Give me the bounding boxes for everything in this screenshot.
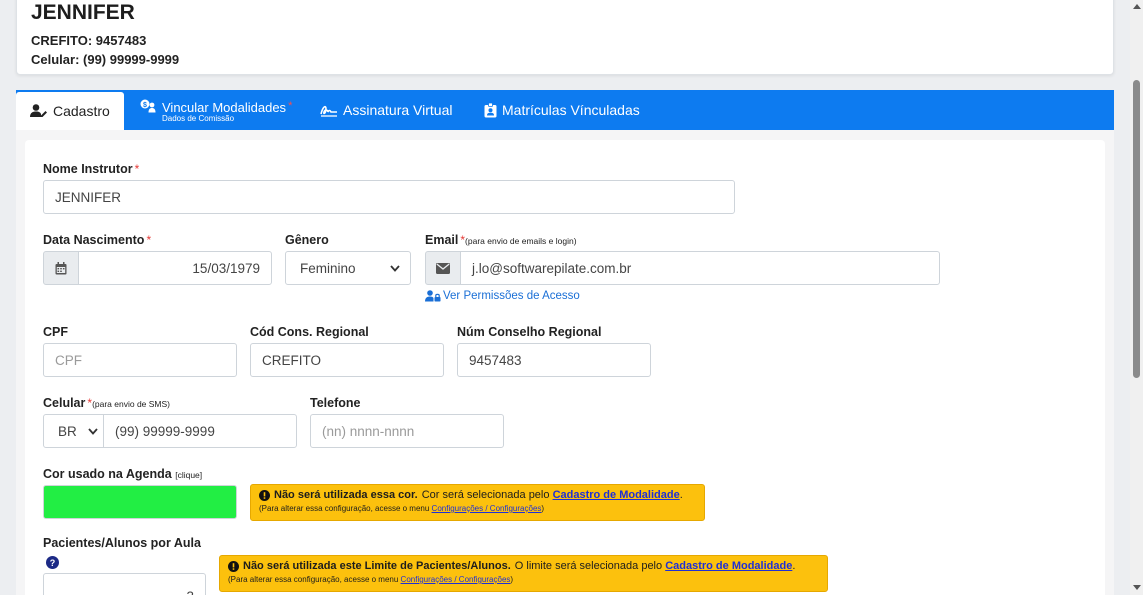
required-mark: * [288, 100, 293, 112]
configuracoes-link[interactable]: Configurações / Configurações [432, 504, 542, 513]
data-nascimento-label: Data Nascimento * [43, 233, 152, 247]
instructor-header-card: JENNIFER CREFITO: 9457483 Celular: (99) … [16, 0, 1114, 75]
nome-instrutor-label: Nome Instrutor * [43, 162, 140, 176]
crefito-line: CREFITO: 9457483 [31, 33, 147, 48]
cor-agenda-label: Cor usado na Agenda [clique] [43, 467, 203, 481]
tab-sublabel: Dados de Comissão [162, 114, 235, 123]
celular-input[interactable]: (99) 99999-9999 [103, 414, 297, 448]
chevron-down-icon [88, 427, 98, 435]
telefone-input[interactable]: (nn) nnnn-nnnn [310, 414, 504, 448]
country-code-select[interactable]: BR [43, 414, 104, 448]
scrollbar-thumb[interactable] [1133, 80, 1140, 378]
genero-selected-value: Feminino [300, 260, 356, 276]
envelope-addon [425, 251, 461, 285]
tab-vincular-modalidades[interactable]: $ Vincular Modalidades Dados de Comissão… [140, 90, 310, 130]
pacientes-por-aula-label: Pacientes/Alunos por Aula [43, 536, 201, 550]
email-label: Email *(para envio de emails e login) [425, 233, 577, 247]
user-lock-icon [425, 290, 441, 302]
svg-text:$: $ [143, 102, 147, 109]
exclamation-circle-icon [259, 489, 270, 501]
num-conselho-regional-input[interactable]: 9457483 [457, 343, 651, 377]
instructor-name-title: JENNIFER [31, 1, 135, 24]
cod-cons-regional-input[interactable]: CREFITO [250, 343, 444, 377]
calendar-icon [55, 261, 67, 274]
email-input[interactable]: j.lo@softwarepilate.com.br [460, 251, 940, 285]
genero-select[interactable]: Feminino [285, 251, 411, 285]
country-code-value: BR [58, 423, 77, 439]
money-users-icon: $ [140, 99, 156, 113]
cadastro-modalidade-link[interactable]: Cadastro de Modalidade [553, 489, 680, 501]
cpf-input[interactable]: CPF [43, 343, 237, 377]
tab-label: Assinatura Virtual [343, 102, 453, 118]
cadastro-modalidade-link[interactable]: Cadastro de Modalidade [665, 560, 792, 572]
cor-warning-alert: Não será utilizada essa cor. Cor será sel… [250, 484, 705, 521]
scroll-down-arrow[interactable] [1133, 585, 1141, 590]
genero-label: Gênero [285, 233, 329, 247]
configuracoes-link[interactable]: Configurações / Configurações [401, 575, 511, 584]
limite-warning-alert: Não será utilizada este Limite de Pacien… [219, 555, 828, 592]
tab-label: Matrículas Vínculadas [502, 102, 640, 118]
telefone-label: Telefone [310, 396, 361, 410]
calendar-addon[interactable] [43, 251, 79, 285]
celular-label: Celular *(para envio de SMS) [43, 396, 171, 410]
nome-instrutor-input[interactable]: JENNIFER [43, 180, 735, 214]
scroll-up-arrow[interactable] [1133, 4, 1141, 9]
celular-line: Celular: (99) 99999-9999 [31, 52, 180, 67]
data-nascimento-input[interactable]: 15/03/1979 [78, 251, 272, 285]
envelope-icon [436, 262, 450, 274]
chevron-down-icon [390, 264, 400, 272]
pacientes-por-aula-input[interactable]: 3 [43, 573, 206, 595]
tab-bar: Cadastro $ Vincular Modalidades Dados de… [16, 90, 1114, 130]
agenda-color-swatch[interactable] [43, 485, 237, 519]
signature-icon [320, 105, 337, 117]
user-edit-icon [30, 104, 47, 117]
id-badge-icon [484, 102, 497, 117]
page-scrollbar[interactable] [1130, 0, 1143, 595]
tab-matriculas-vinculadas[interactable]: Matrículas Vínculadas [484, 90, 654, 130]
tab-label: Vincular Modalidades [162, 100, 287, 115]
cpf-label: CPF [43, 325, 68, 339]
cod-cons-regional-label: Cód Cons. Regional [250, 325, 369, 339]
ver-permissoes-link[interactable]: Ver Permissões de Acesso [425, 290, 580, 302]
help-icon[interactable]: ? [46, 556, 59, 569]
tab-assinatura-virtual[interactable]: Assinatura Virtual [320, 90, 470, 130]
tab-cadastro[interactable]: Cadastro [16, 92, 124, 130]
num-conselho-regional-label: Núm Conselho Regional [457, 325, 602, 339]
exclamation-circle-icon [228, 560, 239, 572]
tab-label: Cadastro [53, 103, 110, 119]
